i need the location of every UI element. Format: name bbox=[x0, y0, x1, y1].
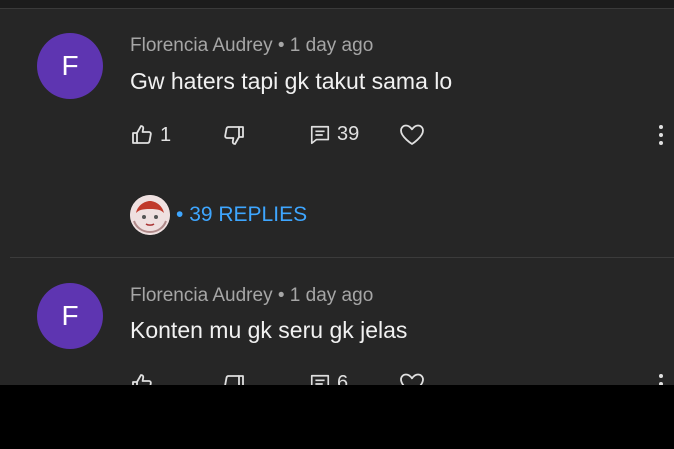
comment-meta: Florencia Audrey • 1 day ago bbox=[130, 35, 373, 57]
dislike-button[interactable] bbox=[222, 123, 246, 147]
comment-time: 1 day ago bbox=[289, 285, 374, 306]
heart-button[interactable] bbox=[399, 123, 425, 147]
like-count: 1 bbox=[160, 123, 172, 146]
comment-meta: Florencia Audrey • 1 day ago bbox=[130, 285, 373, 307]
meta-separator: • bbox=[277, 285, 285, 306]
comment-text: Gw haters tapi gk takut sama lo bbox=[130, 68, 453, 94]
reply-count: 39 bbox=[337, 123, 360, 145]
comment-time: 1 day ago bbox=[289, 35, 374, 56]
dislike-icon bbox=[224, 126, 244, 145]
avatar-letter: F bbox=[61, 300, 79, 331]
reply-icon bbox=[310, 374, 330, 385]
avatar-letter: F bbox=[61, 50, 79, 81]
reply-button[interactable]: 39 bbox=[309, 123, 359, 146]
replies-link[interactable]: • 39 REPLIES bbox=[176, 203, 307, 227]
like-button[interactable] bbox=[130, 372, 154, 385]
replies-toggle[interactable]: • 39 REPLIES bbox=[130, 195, 307, 235]
reply-button[interactable]: 6 bbox=[309, 372, 348, 385]
comments-screen: F Florencia Audrey • 1 day ago Gw haters… bbox=[0, 0, 674, 385]
more-vert-icon[interactable] bbox=[655, 369, 667, 385]
comment-text: Konten mu gk seru gk jelas bbox=[130, 317, 408, 343]
avatar[interactable]: F bbox=[37, 283, 103, 349]
heart-icon bbox=[400, 124, 424, 145]
dislike-button[interactable] bbox=[222, 372, 246, 385]
dislike-icon bbox=[224, 375, 244, 385]
heart-icon bbox=[400, 373, 424, 385]
more-vert-icon[interactable] bbox=[655, 120, 667, 150]
reply-icon bbox=[310, 125, 330, 144]
avatar[interactable]: F bbox=[37, 33, 103, 99]
like-icon bbox=[132, 374, 152, 385]
reply-count: 6 bbox=[337, 372, 349, 385]
comment-author[interactable]: Florencia Audrey bbox=[130, 285, 273, 306]
comment-divider bbox=[10, 257, 674, 258]
heart-button[interactable] bbox=[399, 372, 425, 385]
reply-avatar bbox=[130, 195, 170, 235]
like-button[interactable]: 1 bbox=[130, 123, 171, 147]
comment-author[interactable]: Florencia Audrey bbox=[130, 35, 273, 56]
like-icon bbox=[132, 125, 152, 144]
top-divider bbox=[0, 0, 674, 9]
meta-separator: • bbox=[277, 35, 285, 56]
